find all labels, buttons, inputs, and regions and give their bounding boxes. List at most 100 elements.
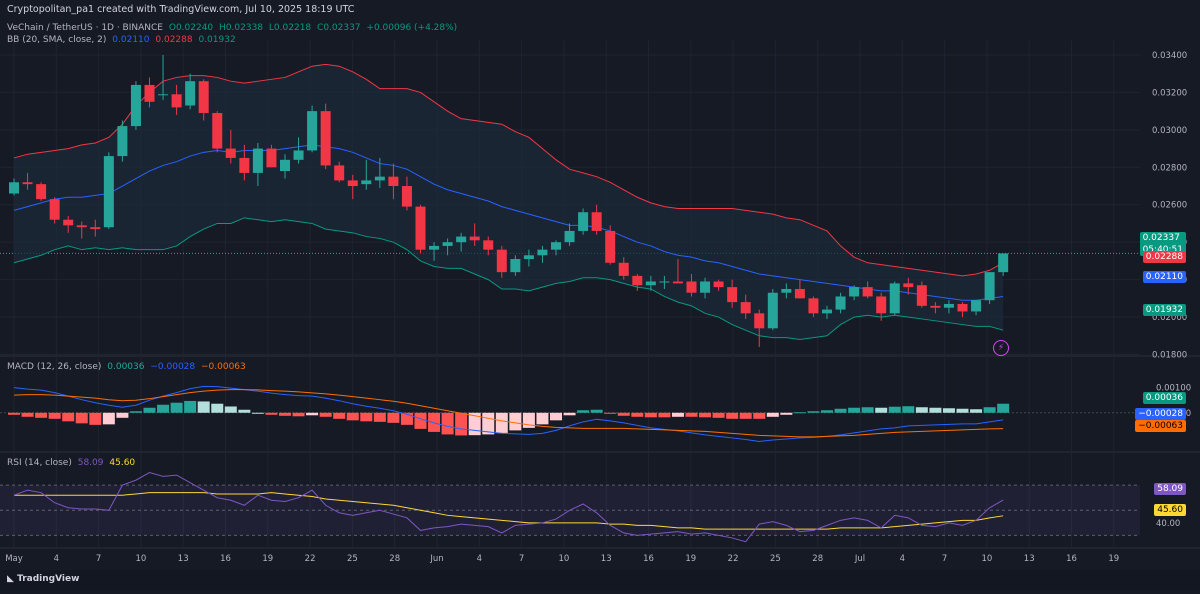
time-tick-label: 13	[601, 554, 612, 564]
candle-body	[862, 287, 873, 297]
candle-body	[984, 272, 995, 301]
macd-histogram-bar	[360, 412, 373, 422]
time-tick-label: 4	[54, 554, 59, 564]
time-tick-label: 19	[1108, 554, 1119, 564]
macd-histogram-bar	[834, 408, 847, 413]
candle-body	[645, 281, 656, 286]
macd-histogram-bar	[319, 412, 332, 417]
macd-histogram-bar	[983, 407, 996, 413]
macd-histogram-bar	[116, 412, 129, 418]
macd-histogram-bar	[157, 404, 170, 413]
price-tick-label: 0.03400	[1152, 51, 1187, 61]
candle-body	[700, 281, 711, 293]
candle-body	[943, 303, 954, 308]
time-tick-label: 16	[643, 554, 654, 564]
price-tick-label: 0.03200	[1152, 88, 1187, 98]
open-value: O0.02240	[168, 23, 214, 33]
candle-body	[456, 236, 467, 243]
candle-body	[280, 159, 290, 172]
candle-body	[36, 184, 47, 200]
macd-histogram-bar	[671, 412, 684, 417]
price-tick-label: 0.03000	[1152, 126, 1187, 136]
candle-body	[740, 302, 751, 314]
close-value: C0.02337	[317, 23, 361, 33]
macd-histogram-bar	[793, 412, 806, 414]
chart-title: Cryptopolitan_pa1 created with TradingVi…	[7, 4, 355, 15]
macd-histogram-bar	[536, 412, 549, 425]
time-tick-label: 10	[981, 554, 992, 564]
candle-body	[334, 165, 345, 181]
macd-histogram-bar	[373, 412, 386, 422]
candle-body	[307, 111, 318, 151]
candle-body	[591, 212, 602, 231]
candle-body	[903, 283, 914, 288]
candle-body	[63, 219, 74, 226]
macd-histogram-bar	[726, 412, 739, 419]
time-tick-label: 7	[96, 554, 101, 564]
bb-label: BB (20, SMA, close, 2)	[7, 35, 107, 45]
candle-body	[672, 281, 683, 284]
macd-histogram-bar	[102, 412, 115, 425]
macd-histogram-bar	[197, 401, 210, 413]
candle-body	[998, 253, 1009, 273]
macd-histogram-bar	[495, 412, 508, 433]
rsi-tick-label: 40.00	[1156, 519, 1180, 529]
macd-legend[interactable]: MACD (12, 26, close) 0.00036 −0.00028 −0…	[7, 362, 246, 373]
macd-label: MACD (12, 26, close)	[7, 362, 102, 372]
macd-histogram-bar	[509, 412, 522, 431]
symbol-label[interactable]: VeChain / TetherUS · 1D · BINANCE	[7, 23, 163, 33]
candle-body	[551, 242, 561, 250]
candle-body	[781, 288, 792, 293]
candle-body	[388, 176, 399, 187]
time-tick-label: 25	[347, 554, 358, 564]
macd-histogram-bar	[279, 412, 291, 416]
candle-body	[442, 242, 453, 246]
time-tick-label: 16	[1066, 554, 1077, 564]
candle-body	[212, 113, 223, 149]
time-tick-label: 10	[558, 554, 569, 564]
tradingview-logo[interactable]: ◣ TradingView	[7, 574, 79, 584]
candle-body	[727, 287, 738, 303]
macd-histogram-bar	[75, 412, 88, 424]
change-value: +0.00096 (+4.28%)	[366, 23, 458, 33]
tradingview-chart[interactable]: 0.034000.032000.030000.028000.026000.024…	[0, 0, 1200, 590]
time-tick-label: 22	[728, 554, 739, 564]
time-tick-label: Jul	[854, 554, 865, 564]
macd-signal-value: −0.00063	[201, 362, 246, 372]
candle-body	[618, 262, 629, 276]
macd-histogram-bar	[631, 412, 644, 417]
bb-legend[interactable]: BB (20, SMA, close, 2) 0.02110 0.02288 0…	[7, 35, 236, 46]
macd-hist-tag: 0.00036	[1142, 392, 1186, 404]
macd-histogram-bar	[563, 412, 576, 416]
macd-histogram-bar	[143, 407, 156, 413]
macd-histogram-bar	[21, 412, 34, 417]
time-tick-label: 28	[812, 554, 823, 564]
rsi-legend[interactable]: RSI (14, close) 58.09 45.60	[7, 458, 135, 469]
candle-body	[971, 300, 982, 312]
lightning-icon[interactable]: ⚡	[993, 340, 1009, 356]
candle-body	[754, 313, 765, 329]
macd-histogram-bar	[184, 400, 197, 413]
macd-histogram-bar	[346, 412, 359, 421]
candle-body	[22, 182, 33, 185]
candle-body	[415, 206, 426, 250]
candle-body	[225, 148, 236, 158]
candle-body	[686, 281, 697, 293]
macd-histogram-bar	[251, 412, 264, 414]
time-tick-label: 16	[220, 554, 231, 564]
macd-histogram-bar	[942, 408, 955, 413]
candle-body	[659, 281, 670, 283]
candle-body	[90, 227, 101, 230]
chart-canvas[interactable]: 0.034000.032000.030000.028000.026000.024…	[0, 0, 1200, 590]
candle-body	[374, 176, 385, 181]
rsi-label: RSI (14, close)	[7, 458, 72, 468]
macd-histogram-bar	[699, 412, 712, 418]
candle-body	[794, 288, 805, 299]
time-tick-label: 7	[942, 554, 947, 564]
macd-histogram-bar	[455, 412, 468, 436]
macd-histogram-bar	[550, 412, 562, 421]
price-tick-label: 0.01800	[1152, 351, 1187, 361]
macd-histogram-bar	[807, 411, 820, 413]
macd-histogram-bar	[62, 412, 75, 422]
candle-body	[510, 259, 521, 273]
